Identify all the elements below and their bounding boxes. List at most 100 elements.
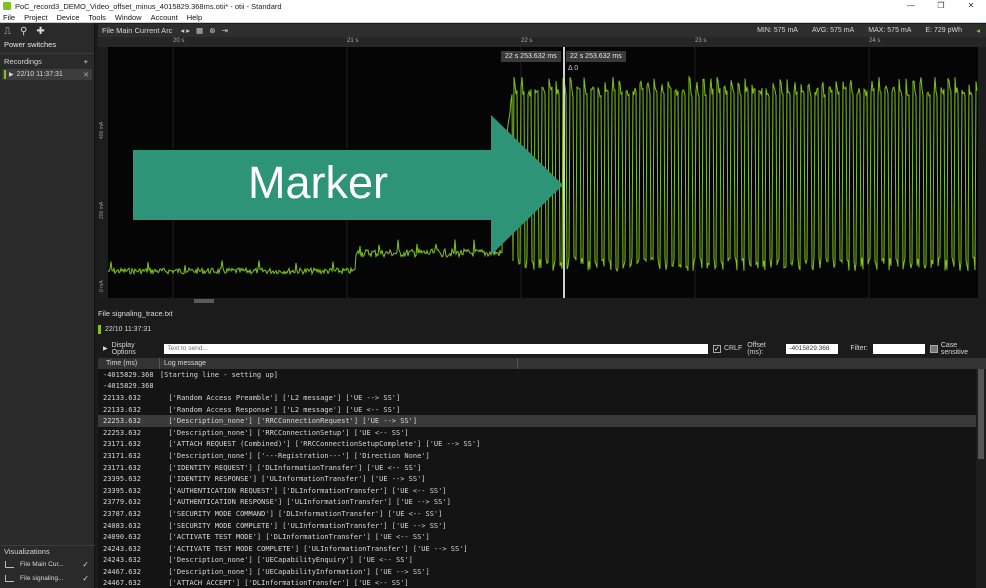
close-icon[interactable]: ✕ (83, 71, 89, 79)
table-row[interactable]: 23171.632 ['ATTACH REQUEST (Combined)'] … (98, 439, 976, 451)
row-message: ['Description_none'] ['RRCConnectionSetu… (160, 428, 409, 437)
window-title: PoC_record3_DEMO_Video_offset_minus_4015… (15, 1, 282, 11)
column-time[interactable]: Time (ms) (98, 358, 160, 369)
checkmark-icon[interactable]: ✓ (82, 574, 89, 583)
recording-color-bar (98, 325, 101, 334)
plot-header: File Main Current Arc ◂▸ ▦ ⊗ ⇥ MIN: 575 … (98, 24, 986, 37)
table-row[interactable]: -4015829.368 (98, 381, 976, 393)
row-message: ['ACTIVATE TEST MODE'] ['DLInformationTr… (160, 533, 430, 542)
table-row[interactable]: 22253.632 ['Description_none'] ['RRCConn… (98, 427, 976, 439)
marker-delta: Δ 0 (568, 65, 579, 72)
add-recording-icon[interactable]: + (84, 56, 88, 68)
row-message: ['Description_none'] ['UECapabilityInfor… (160, 567, 430, 576)
table-row[interactable]: 22133.632 ['Random Access Response'] ['L… (98, 404, 976, 416)
offset-input[interactable] (786, 343, 839, 354)
table-row[interactable]: 24083.632 ['SECURITY MODE COMPLETE'] ['U… (98, 520, 976, 532)
menu-bar: File Project Device Tools Window Account… (0, 12, 986, 23)
row-message: ['AUTHENTICATION RESPONSE'] ['ULInformat… (160, 498, 451, 507)
time-tick: 20 s (173, 38, 185, 44)
case-sensitive-checkbox[interactable] (929, 344, 938, 353)
search-icon[interactable]: ⚲ (20, 26, 27, 37)
scroll-thumb[interactable] (978, 369, 984, 459)
row-message: ['ACTIVATE TEST MODE COMPLETE'] ['ULInfo… (160, 544, 468, 553)
table-row[interactable]: 23395.632 ['AUTHENTICATION REQUEST'] ['D… (98, 485, 976, 497)
row-time: 22253.632 (103, 428, 141, 437)
display-options-bar: ▶ Display Options ✓ CRLF Offset (ms): Fi… (98, 341, 986, 356)
table-row[interactable]: 23395.632 ['IDENTITY RESPONSE'] ['ULInfo… (98, 473, 976, 485)
column-log-message[interactable]: Log message (160, 358, 518, 369)
menu-help[interactable]: Help (187, 13, 202, 22)
menu-tools[interactable]: Tools (88, 13, 106, 22)
menu-account[interactable]: Account (151, 13, 178, 22)
table-row[interactable]: 24467.632 ['ATTACH ACCEPT'] ['DLInformat… (98, 578, 976, 588)
plot-stats: MIN: 575 mA AVG: 575 mA MAX: 575 mA E: 7… (757, 27, 986, 34)
marker-label: Marker (248, 157, 389, 208)
row-time: 22253.632 (103, 417, 141, 426)
app-icon (3, 2, 11, 10)
plot-controls[interactable]: ◂▸ ▦ ⊗ ⇥ (180, 26, 229, 35)
table-row[interactable]: 24243.632 ['Description_none'] ['UECapab… (98, 555, 976, 567)
row-message: ['Description_none'] ['UECapabilityEnqui… (160, 556, 413, 565)
divider (0, 53, 94, 54)
play-icon[interactable]: ▶ (9, 71, 14, 78)
row-message: ['Description_none'] ['---Registration--… (160, 451, 430, 460)
table-row[interactable]: 23171.632 ['Description_none'] ['---Regi… (98, 450, 976, 462)
collapse-icon[interactable]: ◂ (976, 26, 980, 35)
stat-energy: E: 729 pWh (925, 27, 962, 34)
y-axis: 400 mA 200 mA 0 mA (98, 47, 108, 298)
row-message: ['IDENTITY RESPONSE'] ['ULInformationTra… (160, 475, 426, 484)
table-row[interactable]: 24467.632 ['Description_none'] ['UECapab… (98, 566, 976, 578)
row-message: ['SECURITY MODE COMPLETE'] ['ULInformati… (160, 521, 447, 530)
row-time: 24243.632 (103, 544, 141, 553)
table-row[interactable]: 24090.632 ['ACTIVATE TEST MODE'] ['DLInf… (98, 531, 976, 543)
row-message: [Starting line - setting up] (160, 370, 279, 379)
row-time: 24083.632 (103, 521, 141, 530)
table-row[interactable]: 22253.632 ['Description_none'] ['RRCConn… (98, 415, 976, 427)
table-row[interactable]: 23171.632 ['IDENTITY REQUEST'] ['DLInfor… (98, 462, 976, 474)
expand-icon[interactable]: ▶ (103, 345, 108, 352)
table-row[interactable]: 23779.632 ['AUTHENTICATION RESPONSE'] ['… (98, 497, 976, 509)
maximize-button[interactable]: ❐ (926, 0, 956, 12)
marker-arrow-overlay: Marker (133, 115, 563, 255)
display-options-toggle[interactable]: Display Options (112, 342, 161, 356)
menu-window[interactable]: Window (115, 13, 142, 22)
device-icon[interactable]: ⎍ (4, 26, 11, 37)
log-table[interactable]: -4015829.368 [Starting line - setting up]… (98, 369, 976, 588)
plot-right-strip (978, 47, 986, 298)
time-tick: 24 s (869, 38, 881, 44)
filter-input[interactable] (872, 343, 925, 354)
filter-label: Filter: (850, 345, 868, 352)
chart-icon (5, 574, 14, 582)
stat-avg: AVG: 575 mA (811, 27, 855, 34)
table-row[interactable]: 22133.632 ['Random Access Preamble'] ['L… (98, 392, 976, 404)
menu-device[interactable]: Device (56, 13, 79, 22)
checkmark-icon[interactable]: ✓ (82, 560, 89, 569)
crlf-checkbox[interactable]: ✓ (712, 344, 721, 353)
table-row[interactable]: 24243.632 ['ACTIVATE TEST MODE COMPLETE'… (98, 543, 976, 555)
signaling-recording[interactable]: 22/10 11:37:31 (98, 325, 151, 334)
title-bar: PoC_record3_DEMO_Video_offset_minus_4015… (0, 0, 986, 12)
power-switches-heading: Power switches (4, 40, 57, 49)
visualization-item[interactable]: File Main Cur... ✓ (0, 557, 95, 571)
recording-color-bar (4, 70, 6, 79)
recordings-header: Recordings + (0, 56, 94, 68)
plot-title: File Main Current Arc (102, 26, 173, 35)
minimize-button[interactable]: — (896, 0, 926, 12)
time-axis: 20 s 21 s 22 s 23 s 24 s (98, 37, 986, 47)
visualization-item[interactable]: File signaling... ✓ (0, 571, 95, 585)
close-button[interactable]: ✕ (956, 0, 986, 12)
recording-item[interactable]: ▶ 22/10 11:37:31 ✕ (2, 69, 92, 80)
row-time: 24243.632 (103, 556, 141, 565)
marker-line[interactable] (563, 47, 565, 298)
menu-file[interactable]: File (3, 13, 15, 22)
vertical-scrollbar[interactable] (976, 369, 986, 588)
horizontal-scrollbar[interactable] (98, 298, 986, 304)
offset-label: Offset (ms): (747, 341, 766, 356)
table-row[interactable]: 23787.632 ['SECURITY MODE COMMAND'] ['DL… (98, 508, 976, 520)
stat-min: MIN: 575 mA (757, 27, 798, 34)
send-input[interactable] (164, 343, 708, 354)
menu-project[interactable]: Project (24, 13, 47, 22)
add-icon[interactable]: ✚ (36, 26, 44, 37)
table-row[interactable]: -4015829.368 [Starting line - setting up] (98, 369, 976, 381)
scroll-thumb[interactable] (194, 299, 214, 303)
